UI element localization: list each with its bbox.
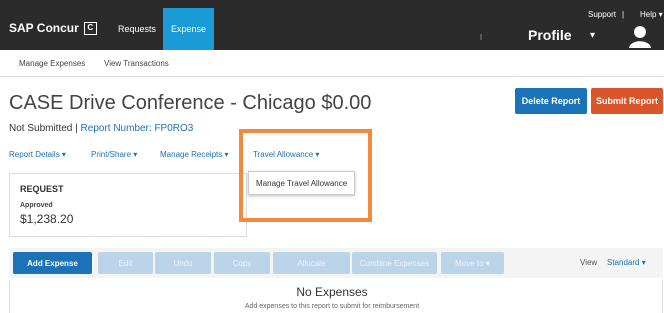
empty-state-title: No Expenses — [296, 285, 368, 299]
subnav-manage-expenses[interactable]: Manage Expenses — [19, 59, 85, 68]
profile-menu[interactable]: Profile — [528, 27, 572, 43]
request-amount: $1,238.20 — [20, 212, 74, 226]
move-to-button[interactable]: Move to ▾ — [441, 252, 504, 274]
add-expense-button[interactable]: Add Expense — [13, 252, 92, 274]
view-label: View — [580, 258, 598, 267]
report-details-menu[interactable]: Report Details ▾ — [9, 150, 66, 159]
view-select[interactable]: Standard ▾ — [607, 258, 646, 267]
allocate-button[interactable]: Allocate — [273, 252, 350, 274]
top-bar: SAP Concur C Requests Expense Support | … — [0, 0, 664, 50]
manage-receipts-menu[interactable]: Manage Receipts ▾ — [160, 150, 229, 159]
print-share-menu[interactable]: Print/Share ▾ — [91, 150, 137, 159]
request-label: REQUEST — [20, 184, 64, 194]
empty-state-subtitle: Add expenses to this report to submit fo… — [244, 303, 420, 310]
report-status-line: Not Submitted | Report Number: FP0RO3 — [9, 123, 193, 134]
manage-travel-allowance-item[interactable]: Manage Travel Allowance — [248, 171, 355, 195]
report-title: CASE Drive Conference - Chicago $0.00 — [9, 92, 372, 114]
chevron-down-icon[interactable]: ▾ — [590, 30, 595, 41]
divider-mark — [480, 34, 482, 40]
concur-logo-icon: C — [83, 21, 97, 35]
edit-button[interactable]: Edit — [98, 252, 153, 274]
report-number: Report Number: FP0RO3 — [80, 123, 194, 134]
nav-tab-requests[interactable]: Requests — [106, 8, 168, 50]
delete-report-button[interactable]: Delete Report — [515, 88, 587, 114]
copy-button[interactable]: Copy — [214, 252, 270, 274]
nav-tab-expense[interactable]: Expense — [163, 8, 214, 50]
help-menu[interactable]: Help ▾ — [640, 10, 663, 19]
request-card[interactable]: REQUEST Approved $1,238.20 — [9, 173, 247, 237]
request-status: Approved — [20, 202, 53, 209]
undo-button[interactable]: Undo — [155, 252, 211, 274]
support-link[interactable]: Support — [588, 10, 616, 19]
submit-report-button[interactable]: Submit Report — [591, 88, 663, 114]
report-status: Not Submitted | — [9, 123, 78, 134]
header-separator: | — [622, 10, 625, 19]
expense-toolbar: Add Expense Edit Undo Copy Allocate Comb… — [9, 248, 663, 278]
brand-logo[interactable]: SAP Concur C — [9, 21, 97, 35]
avatar-icon[interactable] — [628, 24, 652, 48]
subnav-view-transactions[interactable]: View Transactions — [104, 59, 169, 68]
combine-expenses-button[interactable]: Combine Expenses — [352, 252, 437, 274]
sub-nav: Manage Expenses View Transactions — [0, 51, 664, 77]
brand-name: SAP Concur — [9, 21, 79, 35]
